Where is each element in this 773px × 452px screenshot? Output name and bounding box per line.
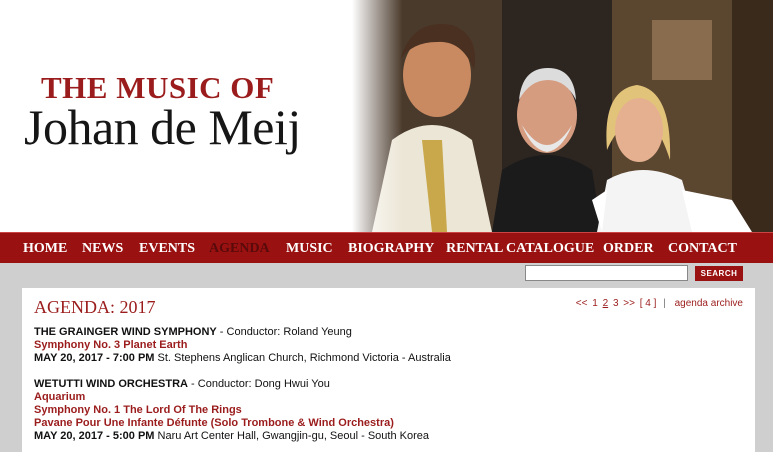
event-datetime: MAY 20, 2017 - 5:00 PM [34, 430, 155, 442]
event-datetime-venue: MAY 20, 2017 - 5:00 PM Naru Art Center H… [34, 430, 429, 443]
event-work[interactable]: Pavane Pour Une Infante Défunte (Solo Tr… [34, 417, 429, 430]
nav-rental-catalogue[interactable]: RENTAL CATALOGUE [446, 241, 594, 257]
event-datetime: MAY 20, 2017 - 7:00 PM [34, 352, 155, 364]
pager-separator: | [663, 298, 666, 309]
site-header: THE MUSIC OF Johan de Meij [0, 0, 773, 232]
event-datetime-venue: MAY 20, 2017 - 7:00 PM St. Stephens Angl… [34, 352, 451, 365]
agenda-panel: AGENDA: 2017 << 1 2 3 >> [ 4 ] | agenda … [22, 288, 755, 452]
pager-page-1[interactable]: 1 [592, 298, 598, 309]
event-ensemble: WETUTTI WIND ORCHESTRA [34, 378, 188, 390]
event-work[interactable]: Symphony No. 1 The Lord Of The Rings [34, 404, 429, 417]
pager-last[interactable]: [ 4 ] [640, 298, 657, 309]
pager-page-2[interactable]: 2 [603, 298, 609, 309]
pager-prev[interactable]: << [576, 298, 588, 309]
nav-events[interactable]: EVENTS [139, 241, 195, 257]
agenda-event: THE GRAINGER WIND SYMPHONY - Conductor: … [34, 326, 451, 365]
nav-agenda[interactable]: AGENDA [209, 241, 270, 257]
brand-title-name: Johan de Meij [24, 99, 301, 155]
nav-contact[interactable]: CONTACT [668, 241, 737, 257]
agenda-archive-link[interactable]: agenda archive [675, 298, 743, 309]
pager-page-3[interactable]: 3 [613, 298, 619, 309]
nav-biography[interactable]: BIOGRAPHY [348, 241, 434, 257]
nav-order[interactable]: ORDER [603, 241, 654, 257]
agenda-event: WETUTTI WIND ORCHESTRA - Conductor: Dong… [34, 378, 429, 443]
nav-news[interactable]: NEWS [82, 241, 123, 257]
event-conductor: - Conductor: Dong Hwui You [187, 378, 330, 390]
event-header: THE GRAINGER WIND SYMPHONY - Conductor: … [34, 326, 451, 339]
event-venue: Naru Art Center Hall, Gwangjin-gu, Seoul… [154, 430, 429, 442]
event-venue: St. Stephens Anglican Church, Richmond V… [154, 352, 451, 364]
event-ensemble: THE GRAINGER WIND SYMPHONY [34, 326, 217, 338]
pager-next[interactable]: >> [623, 298, 635, 309]
agenda-pager: << 1 2 3 >> [ 4 ] | agenda archive [574, 298, 743, 309]
nav-music[interactable]: MUSIC [286, 241, 333, 257]
nav-home[interactable]: HOME [23, 241, 67, 257]
event-conductor: - Conductor: Roland Yeung [216, 326, 352, 338]
event-header: WETUTTI WIND ORCHESTRA - Conductor: Dong… [34, 378, 429, 391]
search-input[interactable] [525, 265, 688, 281]
main-nav: HOME NEWS EVENTS AGENDA MUSIC BIOGRAPHY … [0, 232, 773, 263]
event-work[interactable]: Aquarium [34, 391, 429, 404]
search-button[interactable]: SEARCH [695, 266, 743, 281]
page-title: AGENDA: 2017 [34, 297, 156, 317]
event-work[interactable]: Symphony No. 3 Planet Earth [34, 339, 451, 352]
header-photo [352, 0, 773, 232]
